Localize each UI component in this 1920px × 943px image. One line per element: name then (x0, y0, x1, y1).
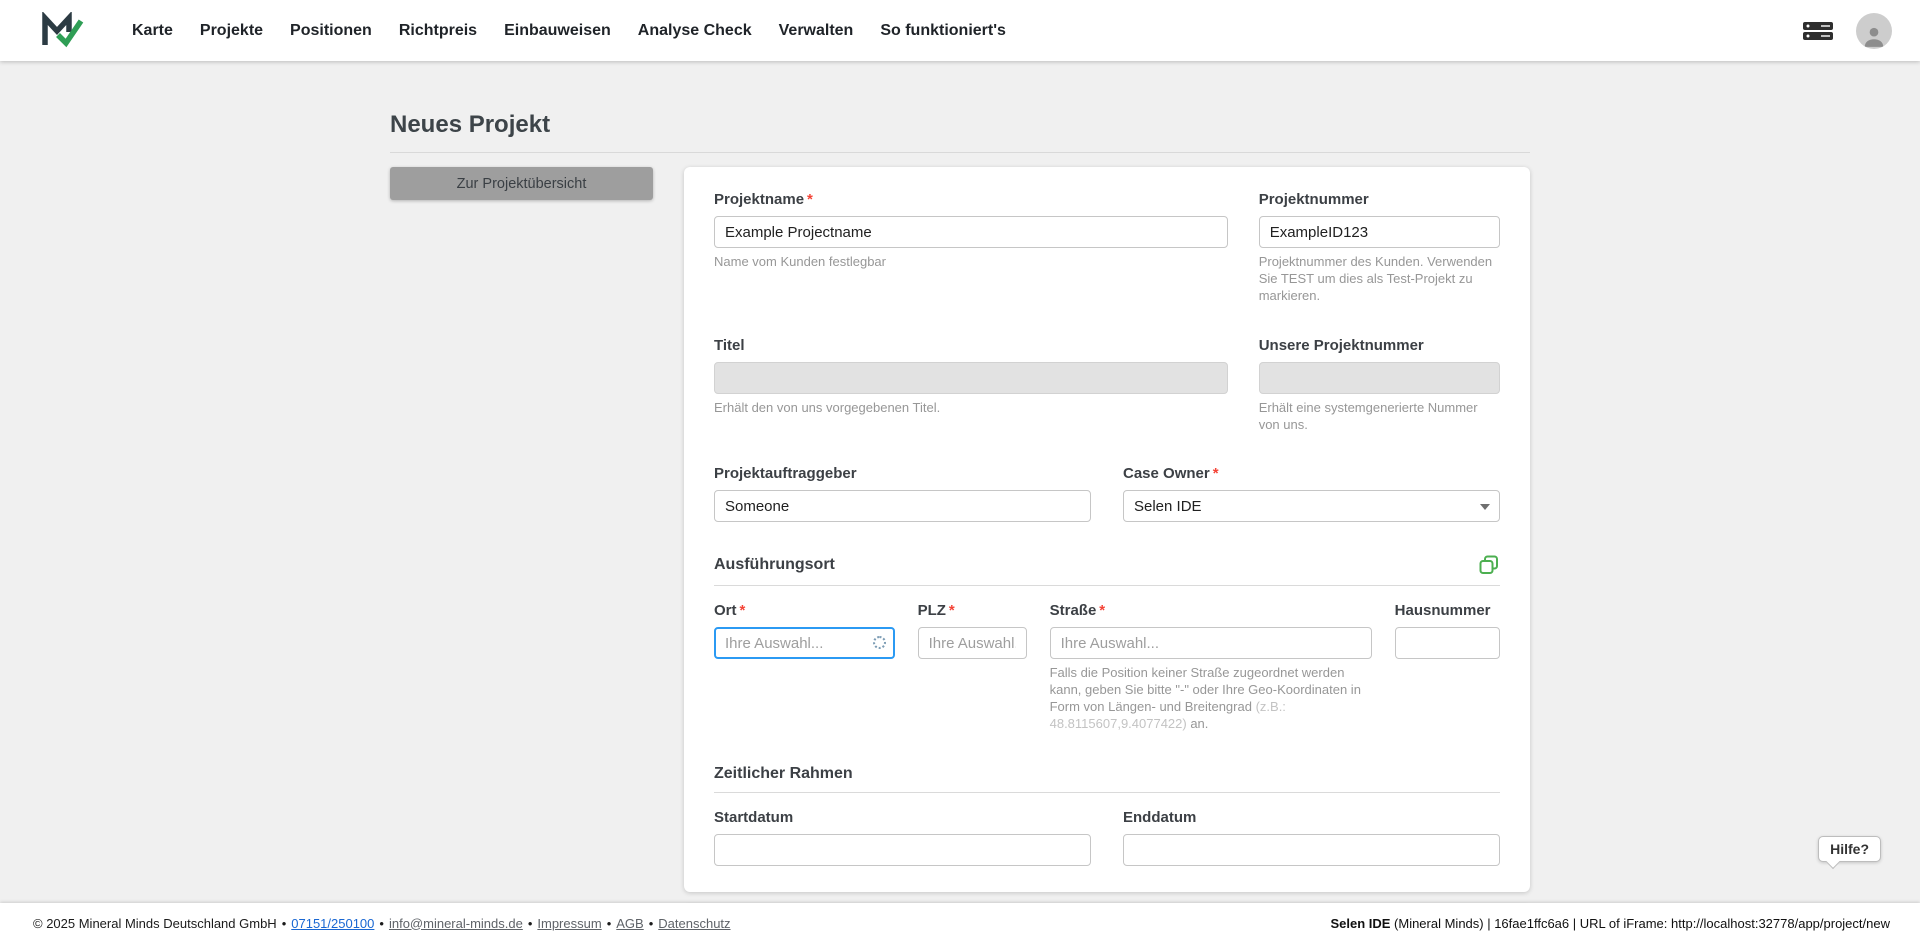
section-zeitlicher-rahmen-title: Zeitlicher Rahmen (714, 765, 853, 783)
footer-user-name: Selen IDE (1330, 916, 1390, 931)
footer-left: © 2025 Mineral Minds Deutschland GmbH • … (33, 916, 731, 931)
projektauftraggeber-field: Projektauftraggeber (714, 465, 1091, 522)
footer-impressum-link[interactable]: Impressum (537, 916, 601, 931)
projektname-field: Projektname* Name vom Kunden festlegbar (714, 191, 1228, 305)
user-avatar[interactable] (1856, 13, 1892, 49)
form-row-titel-number: Titel Erhält den von uns vorgegebenen Ti… (714, 337, 1500, 434)
strasse-helper: Falls die Position keiner Straße zugeord… (1050, 665, 1372, 733)
plz-input[interactable] (918, 627, 1027, 659)
case-owner-value: Selen IDE (1134, 498, 1202, 515)
nav-item-karte[interactable]: Karte (132, 22, 173, 40)
footer-copyright: © 2025 Mineral Minds Deutschland GmbH (33, 916, 277, 931)
footer-datenschutz-link[interactable]: Datenschutz (658, 916, 730, 931)
footer-agb-link[interactable]: AGB (616, 916, 643, 931)
footer-bullet: • (282, 916, 287, 931)
case-owner-field: Case Owner* Selen IDE (1123, 465, 1500, 522)
titel-input (714, 362, 1228, 394)
nav-item-einbauweisen[interactable]: Einbauweisen (504, 22, 611, 40)
footer-bullet: • (649, 916, 654, 931)
startdatum-input[interactable] (714, 834, 1091, 866)
enddatum-label: Enddatum (1123, 809, 1500, 826)
chevron-down-icon (1480, 504, 1490, 510)
section-divider (714, 585, 1500, 586)
footer-session-details: (Mineral Minds) | 16fae1ffc6a6 | URL of … (1390, 916, 1890, 931)
enddatum-field: Enddatum (1123, 809, 1500, 866)
strasse-field: Straße* Falls die Position keiner Straße… (1050, 602, 1372, 733)
server-icon[interactable] (1802, 20, 1834, 42)
title-divider (390, 152, 1530, 153)
footer: © 2025 Mineral Minds Deutschland GmbH • … (0, 903, 1920, 943)
section-zeitlicher-rahmen: Zeitlicher Rahmen (714, 765, 1500, 783)
plz-field: PLZ* (918, 602, 1027, 733)
projektnummer-label: Projektnummer (1259, 191, 1500, 208)
projektauftraggeber-input[interactable] (714, 490, 1091, 522)
nav-item-analyse-check[interactable]: Analyse Check (638, 22, 752, 40)
nav-item-verwalten[interactable]: Verwalten (779, 22, 854, 40)
page-title: Neues Projekt (390, 111, 1530, 139)
top-navigation-bar: Karte Projekte Positionen Richtpreis Ein… (0, 0, 1920, 61)
titel-label: Titel (714, 337, 1228, 354)
strasse-label: Straße* (1050, 602, 1372, 619)
logo-icon (40, 12, 84, 50)
section-ausfuehrungsort-title: Ausführungsort (714, 556, 835, 574)
person-icon (1861, 23, 1887, 49)
help-button[interactable]: Hilfe? (1818, 836, 1881, 862)
titel-helper: Erhält den von uns vorgegebenen Titel. (714, 400, 1228, 417)
form-row-name-number: Projektname* Name vom Kunden festlegbar … (714, 191, 1500, 305)
form-row-auftraggeber-owner: Projektauftraggeber Case Owner* Selen ID… (714, 465, 1500, 522)
section-divider (714, 792, 1500, 793)
case-owner-select[interactable]: Selen IDE (1123, 490, 1500, 522)
projektname-label: Projektname* (714, 191, 1228, 208)
project-form-card: Projektname* Name vom Kunden festlegbar … (684, 167, 1530, 892)
unsere-projektnummer-input (1259, 362, 1500, 394)
form-row-dates: Startdatum Enddatum (714, 809, 1500, 866)
strasse-input[interactable] (1050, 627, 1372, 659)
required-asterisk: * (949, 602, 955, 619)
hausnummer-input[interactable] (1395, 627, 1500, 659)
unsere-projektnummer-label: Unsere Projektnummer (1259, 337, 1500, 354)
ort-field: Ort* (714, 602, 895, 733)
projektauftraggeber-label: Projektauftraggeber (714, 465, 1091, 482)
required-asterisk: * (1213, 465, 1219, 482)
ort-label: Ort* (714, 602, 895, 619)
copy-icon[interactable] (1478, 554, 1500, 576)
projektname-input[interactable] (714, 216, 1228, 248)
topbar-right (1802, 13, 1892, 49)
unsere-projektnummer-helper: Erhält eine systemgenerierte Nummer von … (1259, 400, 1500, 434)
plz-label: PLZ* (918, 602, 1027, 619)
hausnummer-label: Hausnummer (1395, 602, 1500, 619)
footer-phone-link[interactable]: 07151/250100 (291, 916, 374, 931)
projektnummer-field: Projektnummer Projektnummer des Kunden. … (1259, 191, 1500, 305)
project-overview-button[interactable]: Zur Projektübersicht (390, 167, 653, 200)
required-asterisk: * (740, 602, 746, 619)
case-owner-label: Case Owner* (1123, 465, 1500, 482)
footer-session-info: Selen IDE (Mineral Minds) | 16fae1ffc6a6… (1330, 916, 1890, 931)
footer-bullet: • (607, 916, 612, 931)
projektnummer-input[interactable] (1259, 216, 1500, 248)
startdatum-field: Startdatum (714, 809, 1091, 866)
nav-item-richtpreis[interactable]: Richtpreis (399, 22, 477, 40)
footer-email-link[interactable]: info@mineral-minds.de (389, 916, 523, 931)
hausnummer-field: Hausnummer (1395, 602, 1500, 733)
main-area: Neues Projekt Zur Projektübersicht Proje… (0, 61, 1920, 903)
titel-field: Titel Erhält den von uns vorgegebenen Ti… (714, 337, 1228, 434)
nav-item-projekte[interactable]: Projekte (200, 22, 263, 40)
mineral-minds-logo[interactable] (40, 12, 84, 50)
required-asterisk: * (1099, 602, 1105, 619)
projektname-helper: Name vom Kunden festlegbar (714, 254, 1228, 271)
projektnummer-helper: Projektnummer des Kunden. Verwenden Sie … (1259, 254, 1500, 305)
footer-bullet: • (528, 916, 533, 931)
form-row-address: Ort* PLZ* Straße* (714, 602, 1500, 733)
startdatum-label: Startdatum (714, 809, 1091, 826)
unsere-projektnummer-field: Unsere Projektnummer Erhält eine systemg… (1259, 337, 1500, 434)
footer-bullet: • (379, 916, 384, 931)
required-asterisk: * (807, 191, 813, 208)
nav-item-so-funktionierts[interactable]: So funktioniert's (880, 22, 1006, 40)
section-ausfuehrungsort: Ausführungsort (714, 554, 1500, 576)
ort-input[interactable] (714, 627, 895, 659)
main-nav: Karte Projekte Positionen Richtpreis Ein… (132, 22, 1006, 40)
enddatum-input[interactable] (1123, 834, 1500, 866)
nav-item-positionen[interactable]: Positionen (290, 22, 372, 40)
